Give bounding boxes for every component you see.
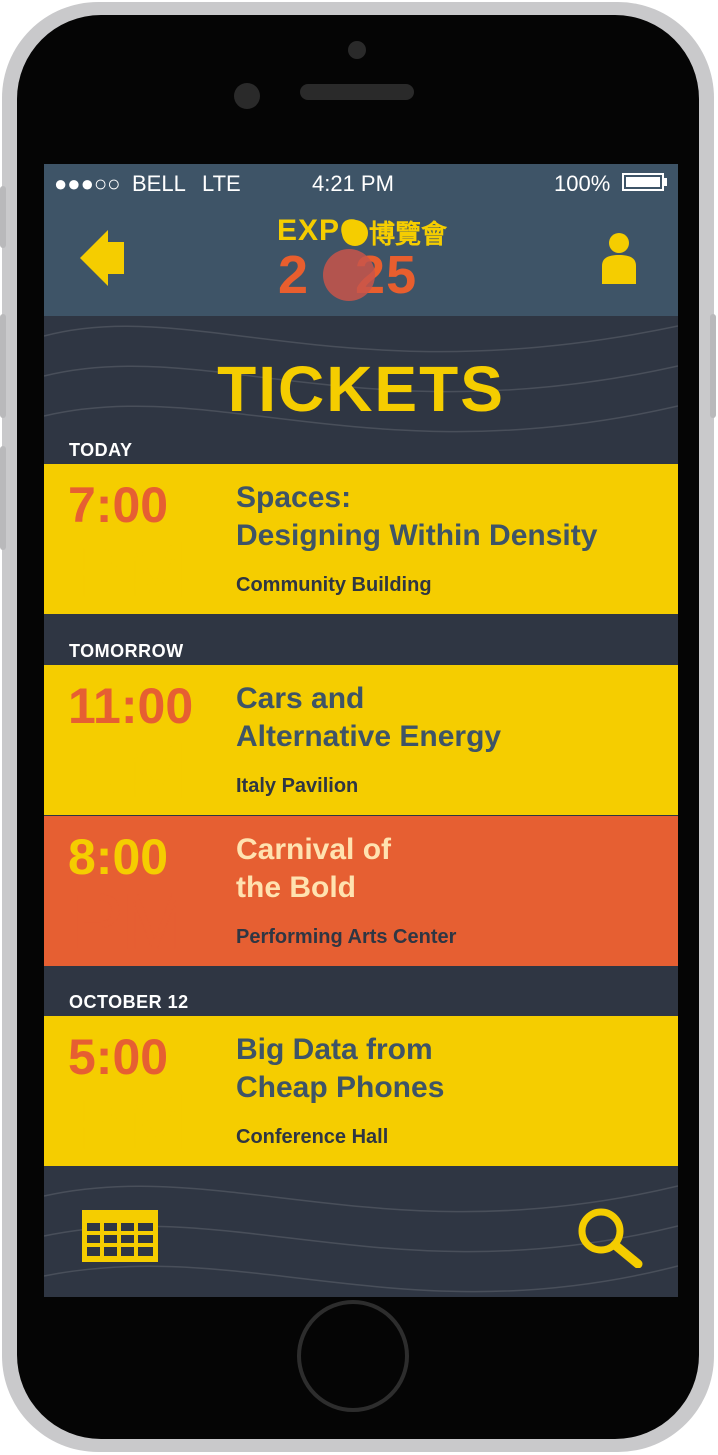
page-title: TICKETS [217, 353, 505, 425]
page-header: TICKETS [44, 316, 678, 464]
ticket-title-line1: Spaces: [236, 481, 352, 514]
ticket-ampm: PM [70, 525, 189, 614]
volume-up-button [0, 314, 6, 418]
logo-circle [323, 249, 375, 301]
ticket-title-line2: Cheap Phones [236, 1071, 445, 1104]
front-camera [234, 83, 260, 109]
ticket-venue: Italy Pavilion [236, 775, 359, 797]
ticket-ampm: PM [70, 1077, 189, 1166]
ticket-title-line1: Cars and [236, 682, 365, 715]
search-icon[interactable] [576, 1206, 644, 1268]
ticket-card[interactable]: 11:00 AM Cars and Alternative Energy Ita… [44, 665, 678, 815]
ticket-card[interactable]: 5:00 PM Big Data from Cheap Phones Confe… [44, 1016, 678, 1166]
battery-icon [622, 173, 664, 191]
ticket-time: 11:00 [68, 678, 194, 734]
ticket-time: 8:00 [68, 829, 169, 885]
day-label-tomorrow: TOMORROW [69, 641, 184, 661]
network-type: LTE [202, 171, 241, 196]
mute-switch [0, 186, 6, 248]
status-bar: ●●●○○ BELL LTE 4:21 PM 100% [44, 164, 678, 204]
ticket-card[interactable]: 7:00 PM Spaces: Designing Within Density… [44, 464, 678, 614]
carrier-name: BELL [132, 171, 186, 196]
ticket-title-line2: the Bold [236, 871, 356, 904]
volume-down-button [0, 446, 6, 550]
front-sensor [348, 41, 366, 59]
ticket-venue: Conference Hall [236, 1126, 389, 1148]
calendar-grid-icon[interactable] [82, 1210, 158, 1262]
battery-percent: 100% [554, 171, 611, 196]
earpiece-speaker [300, 84, 414, 100]
ticket-time: 7:00 [68, 477, 169, 533]
back-arrow-icon[interactable] [80, 230, 130, 286]
ticket-title-line1: Big Data from [236, 1033, 433, 1066]
ticket-time: 5:00 [68, 1029, 169, 1085]
day-label-october-12: OCTOBER 12 [69, 992, 189, 1012]
battery-tip [664, 178, 667, 186]
power-button [710, 314, 716, 418]
ticket-card[interactable]: 8:00 PM Carnival of the Bold Performing … [44, 816, 678, 966]
ticket-venue: Performing Arts Center [236, 926, 457, 948]
ticket-title-line2: Designing Within Density [236, 519, 598, 552]
ticket-ampm: PM [70, 877, 189, 966]
status-time: 4:21 PM [312, 171, 394, 196]
ticket-title-line2: Alternative Energy [236, 720, 502, 753]
ticket-venue: Community Building [236, 574, 432, 596]
logo-yellow-dot [342, 220, 368, 246]
home-button[interactable] [297, 1300, 409, 1412]
app-screen: ●●●○○ BELL LTE 4:21 PM 100% EXPO 博覽會 2 25… [44, 164, 678, 1297]
signal-strength: ●●●○○ [54, 171, 121, 196]
ticket-title-line1: Carnival of [236, 833, 392, 866]
day-label-today: TODAY [69, 440, 133, 460]
user-icon[interactable] [598, 232, 640, 284]
expo-2025-logo: EXPO 博覽會 2 25 [274, 214, 454, 305]
ticket-ampm: AM [70, 726, 189, 815]
